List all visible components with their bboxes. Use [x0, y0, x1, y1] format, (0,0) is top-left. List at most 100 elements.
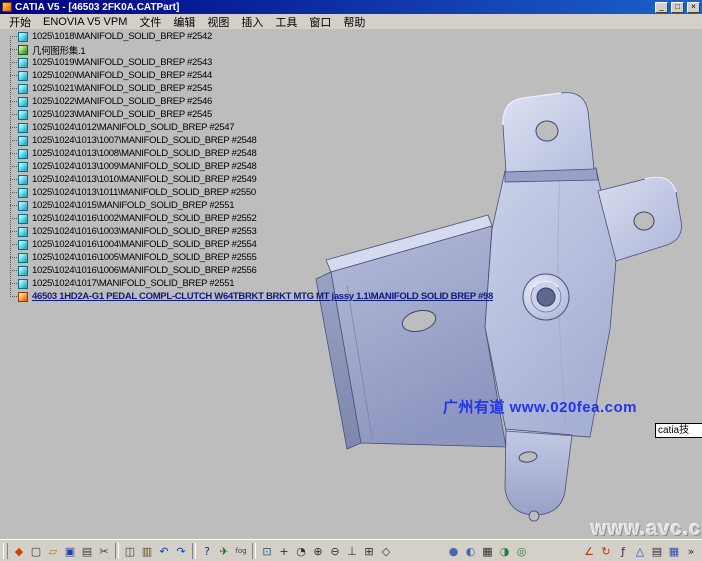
manifold-solid-icon[interactable] — [18, 227, 28, 237]
named-views-icon[interactable]: ▤ — [649, 543, 665, 559]
top-tab-hole[interactable] — [536, 121, 558, 141]
help-icon[interactable]: ? — [199, 543, 215, 559]
minimize-button[interactable]: _ — [655, 2, 668, 13]
shading-icon[interactable]: ● — [446, 543, 462, 559]
tree-item[interactable]: 1025\1024\1012\MANIFOLD_SOLID_BREP #2547 — [2, 121, 493, 134]
viewport-3d[interactable]: 1025\1018\MANIFOLD_SOLID_BREP #2542几何图形集… — [0, 29, 702, 540]
tree-item-label[interactable]: 1025\1021\MANIFOLD_SOLID_BREP #2545 — [32, 83, 212, 94]
tree-item[interactable]: 1025\1024\1016\1002\MANIFOLD_SOLID_BREP … — [2, 212, 493, 225]
menu-item-window[interactable]: 窗口 — [303, 14, 337, 30]
manifold-solid-icon[interactable] — [18, 149, 28, 159]
overflow-icon[interactable]: » — [683, 543, 699, 559]
close-button[interactable]: × — [687, 2, 700, 13]
tree-item[interactable]: 1025\1019\MANIFOLD_SOLID_BREP #2543 — [2, 56, 493, 69]
menu-item-start[interactable]: 开始 — [3, 14, 37, 30]
swap-visible-icon[interactable]: ◎ — [514, 543, 530, 559]
manifold-solid-icon[interactable] — [18, 240, 28, 250]
tree-item[interactable]: 1025\1024\1016\1006\MANIFOLD_SOLID_BREP … — [2, 264, 493, 277]
manifold-solid-icon[interactable] — [18, 123, 28, 133]
tree-item-label[interactable]: 1025\1024\1013\1007\MANIFOLD_SOLID_BREP … — [32, 135, 257, 146]
manifold-solid-icon[interactable] — [18, 253, 28, 263]
manifold-solid-icon[interactable] — [18, 188, 28, 198]
tree-item-label[interactable]: 1025\1024\1016\1005\MANIFOLD_SOLID_BREP … — [32, 252, 257, 263]
tree-item[interactable]: 1025\1024\1016\1004\MANIFOLD_SOLID_BREP … — [2, 238, 493, 251]
tree-item-label[interactable]: 1025\1023\MANIFOLD_SOLID_BREP #2545 — [32, 109, 212, 120]
manifold-solid-icon[interactable] — [18, 110, 28, 120]
manifold-solid-icon[interactable] — [18, 201, 28, 211]
axis-system-icon[interactable]: △ — [632, 543, 648, 559]
menu-item-help[interactable]: 帮助 — [337, 14, 371, 30]
fit-all-icon[interactable]: ⊡ — [259, 543, 275, 559]
tree-item-label[interactable]: 1025\1019\MANIFOLD_SOLID_BREP #2543 — [32, 57, 212, 68]
menu-item-tools[interactable]: 工具 — [269, 14, 303, 30]
fly-mode-icon[interactable]: ✈ — [216, 543, 232, 559]
manifold-solid-icon[interactable] — [18, 162, 28, 172]
tree-item-label[interactable]: 1025\1024\1015\MANIFOLD_SOLID_BREP #2551 — [32, 200, 234, 211]
paste-icon[interactable]: ▥ — [139, 543, 155, 559]
tree-item-label[interactable]: 1025\1020\MANIFOLD_SOLID_BREP #2544 — [32, 70, 212, 81]
geometry-set-icon[interactable] — [18, 45, 28, 55]
tree-item-label[interactable]: 1025\1022\MANIFOLD_SOLID_BREP #2546 — [32, 96, 212, 107]
zoom-in-icon[interactable]: ⊕ — [310, 543, 326, 559]
tree-item-label[interactable]: 1025\1024\1013\1008\MANIFOLD_SOLID_BREP … — [32, 148, 257, 159]
workbench-icon[interactable]: ◆ — [11, 543, 27, 559]
tree-item[interactable]: 1025\1021\MANIFOLD_SOLID_BREP #2545 — [2, 82, 493, 95]
tree-item-label[interactable]: 1025\1024\1016\1004\MANIFOLD_SOLID_BREP … — [32, 239, 257, 250]
manifold-solid-icon[interactable] — [18, 279, 28, 289]
new-document-icon[interactable]: ▢ — [28, 543, 44, 559]
zoom-out-icon[interactable]: ⊖ — [327, 543, 343, 559]
tree-item[interactable]: 1025\1023\MANIFOLD_SOLID_BREP #2545 — [2, 108, 493, 121]
knowledge-icon[interactable]: ƒ — [615, 543, 631, 559]
tree-item-label[interactable]: 1025\1024\1016\1003\MANIFOLD_SOLID_BREP … — [32, 226, 257, 237]
tree-item-label[interactable]: 1025\1024\1012\MANIFOLD_SOLID_BREP #2547 — [32, 122, 234, 133]
tree-item-label[interactable]: 1025\1024\1016\1006\MANIFOLD_SOLID_BREP … — [32, 265, 257, 276]
fog-icon[interactable]: fog — [233, 543, 249, 559]
tree-item[interactable]: 1025\1024\1013\1009\MANIFOLD_SOLID_BREP … — [2, 160, 493, 173]
manifold-solid-icon[interactable] — [18, 175, 28, 185]
tree-item[interactable]: 1025\1024\1013\1008\MANIFOLD_SOLID_BREP … — [2, 147, 493, 160]
tree-item-label[interactable]: 几何图形集.1 — [32, 43, 85, 57]
open-icon[interactable]: ▱ — [45, 543, 61, 559]
manifold-solid-icon[interactable] — [18, 214, 28, 224]
tree-item-label[interactable]: 1025\1024\1016\1002\MANIFOLD_SOLID_BREP … — [32, 213, 257, 224]
normal-view-icon[interactable]: ⊥ — [344, 543, 360, 559]
tree-item-label[interactable]: 1025\1024\1013\1009\MANIFOLD_SOLID_BREP … — [32, 161, 257, 172]
toolbar-drag-handle[interactable] — [3, 543, 8, 559]
print-icon[interactable]: ▤ — [79, 543, 95, 559]
manifold-solid-icon[interactable] — [18, 136, 28, 146]
tree-item[interactable]: 1025\1018\MANIFOLD_SOLID_BREP #2542 — [2, 30, 493, 43]
tree-item-label[interactable]: 1025\1024\1013\1010\MANIFOLD_SOLID_BREP … — [32, 174, 257, 185]
copy-icon[interactable]: ◫ — [122, 543, 138, 559]
manifold-solid-icon[interactable] — [18, 84, 28, 94]
menu-item-insert[interactable]: 插入 — [235, 14, 269, 30]
manifold-solid-icon[interactable] — [18, 58, 28, 68]
menu-item-view[interactable]: 视图 — [201, 14, 235, 30]
undo-icon[interactable]: ↶ — [156, 543, 172, 559]
menu-item-enovia[interactable]: ENOVIA V5 VPM — [37, 16, 133, 28]
bracket-foot-face[interactable] — [505, 429, 572, 515]
annotation-box[interactable]: catia技 — [655, 423, 702, 438]
multi-view-icon[interactable]: ⊞ — [361, 543, 377, 559]
rotate-icon[interactable]: ◔ — [293, 543, 309, 559]
tree-item[interactable]: 1025\1024\1016\1005\MANIFOLD_SOLID_BREP … — [2, 251, 493, 264]
update-icon[interactable]: ↻ — [598, 543, 614, 559]
tree-item-label[interactable]: 1025\1024\1013\1011\MANIFOLD_SOLID_BREP … — [32, 187, 256, 198]
tree-item[interactable]: 几何图形集.1 — [2, 43, 493, 56]
manifold-solid-icon[interactable] — [18, 97, 28, 107]
grid-icon[interactable]: ▦ — [666, 543, 682, 559]
tree-item[interactable]: 46503 1HD2A-G1 PEDAL COMPL-CLUTCH W64TBR… — [2, 290, 493, 303]
menu-item-edit[interactable]: 编辑 — [167, 14, 201, 30]
redo-icon[interactable]: ↷ — [173, 543, 189, 559]
tree-item[interactable]: 1025\1024\1013\1011\MANIFOLD_SOLID_BREP … — [2, 186, 493, 199]
tree-item[interactable]: 1025\1022\MANIFOLD_SOLID_BREP #2546 — [2, 95, 493, 108]
tree-item[interactable]: 1025\1024\1013\1010\MANIFOLD_SOLID_BREP … — [2, 173, 493, 186]
center-boss-hole[interactable] — [537, 288, 555, 306]
maximize-button[interactable]: □ — [671, 2, 684, 13]
measure-icon[interactable]: ∠ — [581, 543, 597, 559]
pan-icon[interactable]: + — [276, 543, 292, 559]
manifold-solid-icon[interactable] — [18, 292, 28, 302]
tree-item-label[interactable]: 46503 1HD2A-G1 PEDAL COMPL-CLUTCH W64TBR… — [32, 291, 493, 302]
manifold-solid-icon[interactable] — [18, 71, 28, 81]
tree-item[interactable]: 1025\1024\1013\1007\MANIFOLD_SOLID_BREP … — [2, 134, 493, 147]
shading-edges-icon[interactable]: ◐ — [463, 543, 479, 559]
